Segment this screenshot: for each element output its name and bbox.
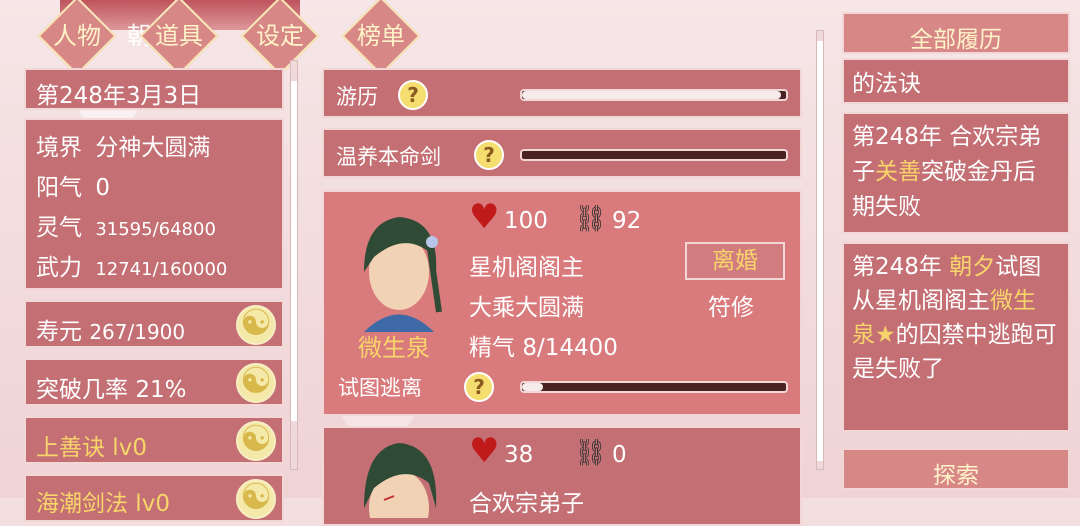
companion-portrait <box>364 217 442 332</box>
divorce-button[interactable]: 离婚 <box>685 242 785 280</box>
skill-row[interactable]: 海潮剑法 lv0 <box>24 474 284 522</box>
lifespan-label: 寿元 <box>36 319 82 345</box>
companion-portrait <box>364 443 437 518</box>
action-label: 试图逃离 <box>338 376 422 400</box>
activity-row[interactable]: 温养本命剑 ? <box>322 128 802 178</box>
yang-value: 0 <box>95 175 110 201</box>
skill-row[interactable]: 上善诀 lv0 <box>24 416 284 464</box>
help-icon[interactable]: ? <box>464 372 494 402</box>
lifespan-value: 267/1900 <box>89 320 186 344</box>
breakthrough-row[interactable]: 突破几率 21% <box>24 358 284 406</box>
tab-items[interactable]: 道具 <box>139 0 219 76</box>
history-entry-text: 的法诀 <box>852 71 921 97</box>
shackles-value: 92 <box>612 208 642 234</box>
history-entry: 的法诀 <box>842 58 1070 104</box>
lifespan-row[interactable]: 寿元 267/1900 <box>24 300 284 348</box>
yin-yang-icon[interactable] <box>236 362 276 403</box>
history-title: 全部履历 <box>910 27 1002 53</box>
companion-role: 符修 <box>708 295 754 321</box>
yin-yang-icon[interactable] <box>236 478 276 519</box>
history-text: 第248年 <box>852 254 950 280</box>
yang-label: 阳气 <box>36 175 82 201</box>
companion-name: 微生泉 <box>358 334 430 362</box>
essence-value: 8/14400 <box>522 335 618 361</box>
shackles-icon: ⛓ <box>574 204 608 234</box>
heart-icon: ♥ <box>469 431 500 471</box>
action-progress <box>520 381 788 393</box>
history-header: 全部履历 <box>842 12 1070 54</box>
shackles-icon: ⛓ <box>574 438 608 468</box>
date-text: 第248年3月3日 <box>36 83 202 109</box>
realm-value: 分神大圆满 <box>95 135 211 161</box>
companion-title: 合欢宗弟子 <box>469 491 584 517</box>
activity-label: 温养本命剑 <box>336 145 441 169</box>
skill-name: 海潮剑法 lv0 <box>36 491 170 517</box>
activity-progress <box>520 89 788 101</box>
history-name: 关善 <box>875 159 921 185</box>
spirit-value: 31595/64800 <box>95 219 216 240</box>
heart-icon: ♥ <box>469 197 500 237</box>
date-panel: 第248年3月3日 <box>24 68 284 110</box>
companion-title: 星机阁阁主 <box>469 255 584 281</box>
history-name: 朝夕 <box>949 254 996 280</box>
yin-yang-icon[interactable] <box>236 420 276 461</box>
history-entry: 第248年 合欢宗弟子关善突破金丹后期失败 <box>842 112 1070 234</box>
hearts-value: 38 <box>504 442 534 468</box>
companion-card[interactable]: ♥ 38 ⛓ 0 合欢宗弟子 <box>322 426 802 526</box>
stats-panel: 境界 分神大圆满 阳气 0 灵气 31595/64800 武力 12741/16… <box>24 118 284 290</box>
tab-character[interactable]: 人物 <box>37 0 117 76</box>
activity-label: 游历 <box>336 85 378 109</box>
hearts-value: 100 <box>504 208 548 234</box>
essence-label: 精气 <box>469 335 515 361</box>
activity-progress <box>520 149 788 161</box>
spirit-label: 灵气 <box>36 215 82 241</box>
companion-realm: 大乘大圆满 <box>469 295 584 321</box>
history-entry: 第248年 朝夕试图从星机阁阁主微生泉★的囚禁中逃跑可是失败了 <box>842 242 1070 432</box>
tab-settings[interactable]: 设定 <box>240 0 320 76</box>
shackles-value: 0 <box>612 442 627 468</box>
middle-scrollbar[interactable] <box>816 30 824 470</box>
tab-rankings[interactable]: 榜单 <box>341 0 421 76</box>
realm-label: 境界 <box>36 135 82 161</box>
yin-yang-icon[interactable] <box>236 304 276 345</box>
explore-button[interactable]: 探索 <box>842 448 1070 490</box>
left-scrollbar[interactable] <box>290 60 298 470</box>
breakthrough-label: 突破几率 <box>36 377 128 403</box>
power-value: 12741/160000 <box>95 259 228 280</box>
help-icon[interactable]: ? <box>398 80 428 110</box>
companion-card[interactable]: 微生泉 ♥ 100 ⛓ 92 星机阁阁主 大乘大圆满 精气 8/14400 离婚… <box>322 190 802 416</box>
activity-row[interactable]: 游历 ? <box>322 68 802 118</box>
skill-name: 上善诀 lv0 <box>36 435 147 461</box>
breakthrough-value: 21% <box>135 377 187 403</box>
help-icon[interactable]: ? <box>474 140 504 170</box>
power-label: 武力 <box>36 255 82 281</box>
